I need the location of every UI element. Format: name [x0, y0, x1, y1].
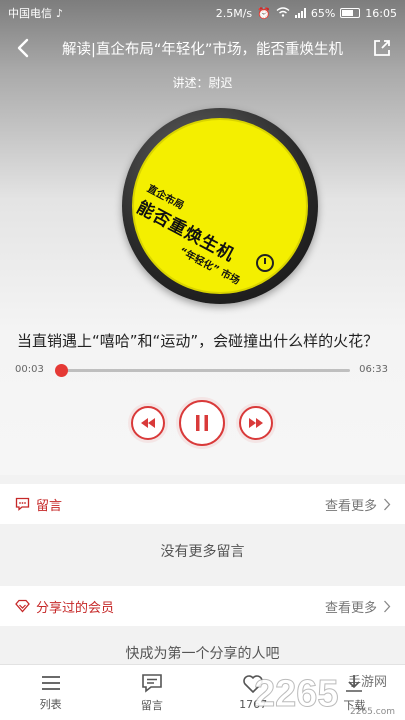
tab-comments[interactable]: 留言 [101, 665, 202, 720]
rewind-button[interactable] [131, 406, 165, 440]
comment-icon [142, 673, 162, 693]
chevron-right-icon [384, 600, 391, 612]
share-button[interactable] [359, 30, 405, 66]
playback-progress: 00:03 06:33 [0, 362, 405, 380]
album-cover: 直企布局 能否重焕生机 “年轻化” 市场 [122, 108, 318, 304]
page-title: 解读|直企布局“年轻化”市场，能否重焕生机 [62, 41, 343, 58]
tab-download[interactable]: 下载 [304, 665, 405, 720]
music-note-icon: ♪ [56, 6, 64, 20]
shared-more-link[interactable]: 查看更多 [325, 597, 391, 616]
rewind-icon [141, 418, 155, 428]
clock-time: 16:05 [365, 6, 397, 20]
seek-bar-handle[interactable] [54, 364, 68, 377]
shared-members-header: 分享过的会员 查看更多 [0, 586, 405, 626]
back-button[interactable] [0, 30, 46, 66]
alarm-icon: ⏰ [257, 6, 271, 20]
fast-forward-icon [249, 418, 263, 428]
list-icon [41, 675, 60, 690]
cover-yellow-disc: 直企布局 能否重焕生机 “年轻化” 市场 [132, 118, 308, 294]
carrier-label: 中国电信 [8, 7, 52, 20]
bottom-tab-bar: 列表 留言 1767 下载 [0, 664, 405, 720]
battery-percent: 65% [310, 6, 336, 20]
shared-members-title: 分享过的会员 [36, 600, 115, 616]
comment-bubble-icon [14, 496, 30, 512]
comments-title: 留言 [36, 498, 63, 514]
status-bar: 中国电信 ♪ 2.5M/s ⏰ 65% 16:05 [0, 0, 405, 26]
comments-more-label: 查看更多 [324, 498, 377, 514]
signal-icon [294, 8, 306, 18]
title-bar: 解读|直企布局“年轻化”市场，能否重焕生机 [0, 30, 405, 66]
download-icon [346, 674, 363, 692]
chevron-right-icon [384, 498, 391, 510]
tab-download-label: 下载 [343, 698, 366, 712]
comments-header: 留言 查看更多 [0, 484, 405, 524]
tab-like-count: 1767 [239, 698, 268, 711]
fast-forward-button[interactable] [239, 406, 273, 440]
tab-like[interactable]: 1767 [203, 665, 304, 720]
tab-comments-label: 留言 [140, 698, 163, 712]
shared-empty-text: 快成为第一个分享的人吧 [125, 646, 280, 662]
comments-more-link[interactable]: 查看更多 [325, 495, 391, 514]
tab-list-label: 列表 [39, 697, 62, 711]
total-time: 06:33 [359, 364, 388, 375]
diamond-icon [14, 598, 30, 614]
share-icon [374, 40, 390, 56]
tab-list[interactable]: 列表 [0, 665, 101, 720]
chevron-left-icon [17, 38, 29, 58]
wifi-icon [276, 6, 290, 20]
episode-question: 当直销遇上“嘻哈”和“运动”，会碰撞出什么样的火花？ [17, 332, 379, 350]
heart-icon [243, 675, 263, 693]
pause-icon [196, 415, 208, 431]
cover-text: 直企布局 能否重焕生机 “年轻化” 市场 [134, 180, 262, 288]
playback-controls [0, 394, 405, 456]
seek-bar[interactable] [54, 364, 350, 377]
clock-icon [256, 254, 274, 272]
pause-button[interactable] [179, 400, 225, 446]
comments-empty-text: 没有更多留言 [160, 544, 245, 560]
network-speed: 2.5M/s [215, 6, 253, 20]
current-time: 00:03 [15, 364, 44, 375]
shared-more-label: 查看更多 [324, 600, 377, 616]
speaker-label: 讲述：尉迟 [172, 76, 233, 90]
battery-icon [340, 8, 361, 18]
